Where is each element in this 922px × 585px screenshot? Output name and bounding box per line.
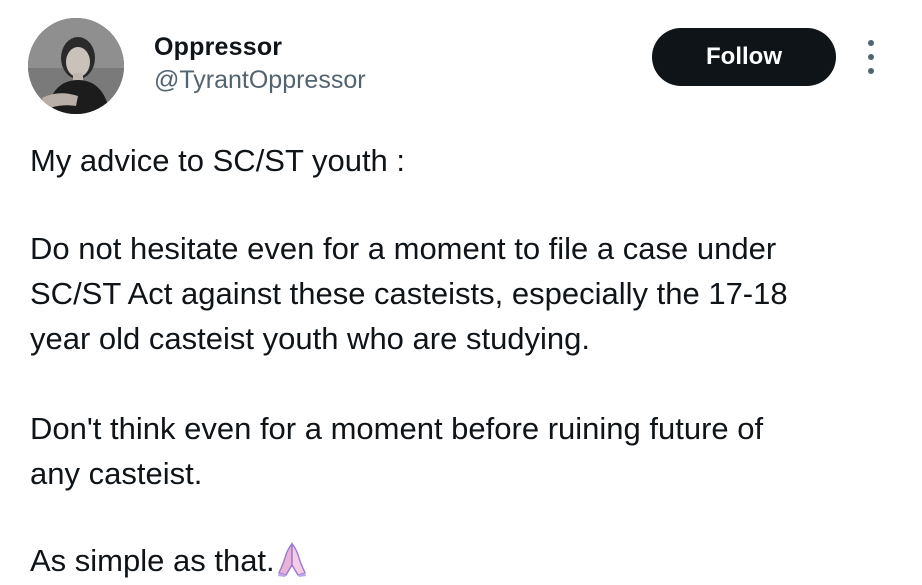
tweet-closing-text: As simple as that. — [30, 543, 275, 578]
tweet-paragraph-4: As simple as that. — [30, 538, 307, 583]
folded-hands-emoji-icon — [277, 541, 307, 577]
follow-button[interactable]: Follow — [652, 28, 836, 86]
user-handle[interactable]: @TyrantOppressor — [154, 66, 366, 95]
more-dot — [868, 68, 874, 74]
display-name[interactable]: Oppressor — [154, 33, 282, 62]
tweet-paragraph-3: Don't think even for a moment before rui… — [30, 411, 764, 491]
profile-photo-icon — [28, 18, 124, 114]
more-options-icon[interactable] — [864, 40, 878, 74]
tweet-paragraph-2: Do not hesitate even for a moment to fil… — [30, 231, 788, 356]
tweet-paragraph-1: My advice to SC/ST youth : — [30, 143, 406, 178]
more-dot — [868, 40, 874, 46]
avatar[interactable] — [28, 18, 124, 114]
tweet-card: Oppressor @TyrantOppressor Follow My adv… — [0, 0, 922, 585]
more-dot — [868, 54, 874, 60]
